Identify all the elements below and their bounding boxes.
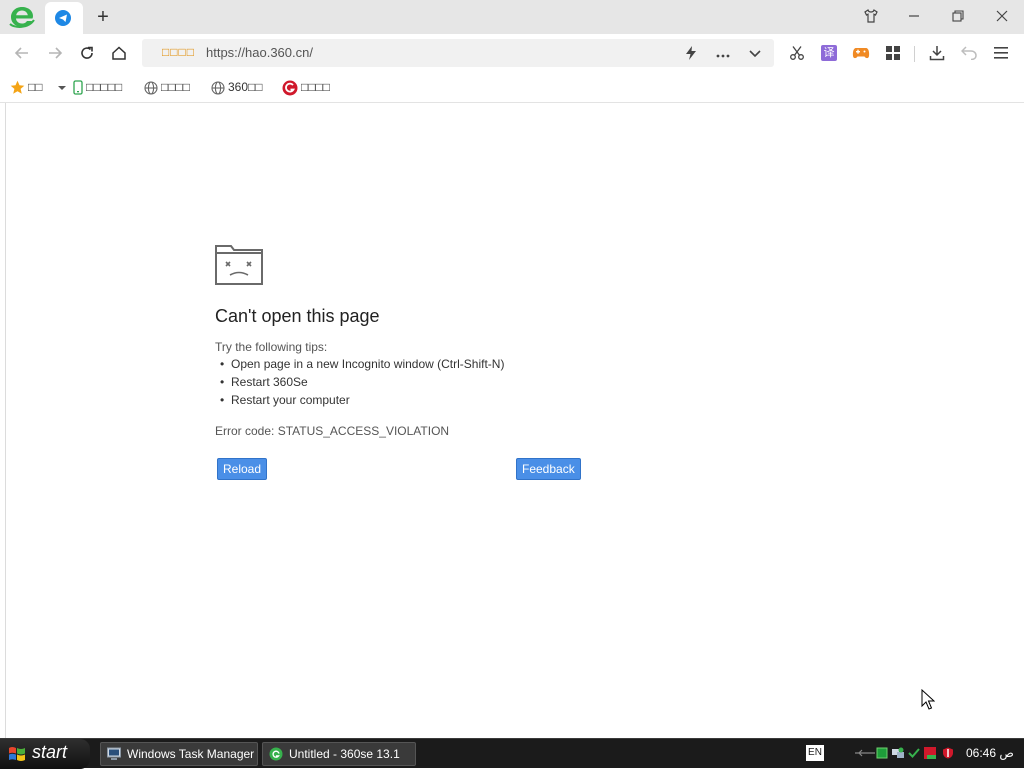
reload-button[interactable]: Reload <box>217 458 268 480</box>
bookmark-label: □□ <box>28 80 43 94</box>
task-manager-icon <box>107 747 121 760</box>
bookmarks-bar: □□ □□□□□ □□□□ 360□□ □□□□ <box>0 72 1024 103</box>
bookmark-site-2[interactable]: 360□□ <box>211 79 263 97</box>
content-left-border <box>5 103 6 738</box>
chevron-down-icon[interactable] <box>744 43 766 63</box>
shirt-skin-icon[interactable] <box>857 4 885 28</box>
bookmark-label: 360□□ <box>228 80 263 94</box>
game-logo-icon <box>282 80 298 96</box>
green-square-icon[interactable] <box>876 747 888 759</box>
taskbar-item-360se[interactable]: Untitled - 360se 13.1 <box>262 742 416 766</box>
feedback-button[interactable]: Feedback <box>516 458 581 480</box>
bookmark-games[interactable]: □□□□ <box>282 79 330 97</box>
toolbar-separator <box>914 46 915 62</box>
list-item: Restart your computer <box>215 391 504 409</box>
globe-icon <box>211 81 225 95</box>
globe-icon <box>144 81 158 95</box>
page-content: Can't open this page Try the following t… <box>0 103 1024 738</box>
translate-icon[interactable]: 译 <box>818 42 840 64</box>
language-indicator[interactable]: EN <box>806 745 824 761</box>
list-item: Open page in a new Incognito window (Ctr… <box>215 355 504 373</box>
bookmark-label: □□□□ <box>161 80 190 94</box>
error-tips-list: Open page in a new Incognito window (Ctr… <box>215 355 504 409</box>
list-item: Restart 360Se <box>215 373 504 391</box>
minimize-button[interactable] <box>900 4 928 28</box>
tab-strip: + <box>0 0 1024 34</box>
check-shield-icon[interactable] <box>908 747 920 759</box>
mouse-cursor-icon <box>921 689 935 710</box>
address-url[interactable]: https://hao.360.cn/ <box>206 45 313 60</box>
more-dots-icon[interactable] <box>712 43 734 63</box>
download-icon[interactable] <box>926 42 948 64</box>
clock[interactable]: 06:46 ص <box>966 746 1014 760</box>
telegram-favicon-icon <box>55 10 71 26</box>
phone-icon <box>73 80 83 95</box>
taskbar-item-task-manager[interactable]: Windows Task Manager <box>100 742 258 766</box>
bookmark-label: □□□□ <box>301 80 330 94</box>
lightning-icon[interactable] <box>680 43 702 63</box>
gamepad-icon[interactable] <box>850 42 872 64</box>
error-code: Error code: STATUS_ACCESS_VIOLATION <box>215 424 450 438</box>
star-icon <box>10 81 25 95</box>
bookmark-dropdown[interactable] <box>58 79 66 97</box>
start-button[interactable]: start <box>0 739 90 769</box>
undo-icon[interactable] <box>958 42 980 64</box>
active-tab[interactable] <box>45 2 83 34</box>
360-browser-logo-icon[interactable] <box>8 4 36 30</box>
bookmark-label: □□□□□ <box>86 80 123 94</box>
close-button[interactable] <box>988 4 1016 28</box>
browser-toolbar: □□□□ https://hao.360.cn/ 译 <box>0 34 1024 72</box>
menu-icon[interactable] <box>990 42 1012 64</box>
back-arrow-icon[interactable] <box>10 41 34 65</box>
system-tray: EN 06:46 ص <box>802 739 1024 769</box>
caret-down-icon <box>58 85 66 90</box>
taskbar: start Windows Task Manager Untitled - 36… <box>0 738 1024 769</box>
scissors-icon[interactable] <box>786 42 808 64</box>
bookmark-site-1[interactable]: □□□□ <box>144 79 190 97</box>
bookmark-favorites[interactable]: □□ <box>10 79 43 97</box>
forward-arrow-icon[interactable] <box>43 41 67 65</box>
apps-grid-icon[interactable] <box>882 42 904 64</box>
taskbar-item-label: Untitled - 360se 13.1 <box>289 747 400 761</box>
error-tips-intro: Try the following tips: <box>215 340 328 354</box>
360-security-icon[interactable] <box>924 747 936 759</box>
bookmark-mobile[interactable]: □□□□□ <box>73 79 122 97</box>
restore-button[interactable] <box>944 4 972 28</box>
address-prefix: □□□□ <box>162 45 195 59</box>
home-icon[interactable] <box>107 41 131 65</box>
network-icon[interactable] <box>892 747 904 759</box>
start-label: start <box>32 742 68 762</box>
new-tab-button[interactable]: + <box>92 6 114 28</box>
taskbar-item-label: Windows Task Manager <box>127 747 255 761</box>
tray-arrow-icon[interactable] <box>854 747 876 759</box>
sad-folder-icon <box>215 245 263 285</box>
antivirus-shield-icon[interactable] <box>942 747 954 759</box>
reload-icon[interactable] <box>75 41 99 65</box>
browser-360-icon <box>269 747 283 761</box>
windows-flag-icon <box>9 747 25 761</box>
error-title: Can't open this page <box>215 306 380 326</box>
address-bar[interactable]: □□□□ https://hao.360.cn/ <box>142 39 774 67</box>
